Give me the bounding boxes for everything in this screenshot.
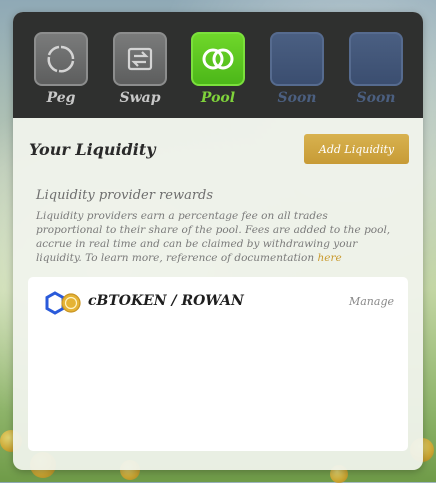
page-title: Your Liquidity [29, 140, 156, 159]
nav-label-peg: Peg [46, 90, 76, 106]
nav-item-soon-2: Soon [348, 32, 404, 106]
pool-row[interactable]: cBTOKEN / ROWAN Manage [44, 291, 394, 315]
placeholder-icon [349, 32, 403, 86]
placeholder-icon [270, 32, 324, 86]
top-nav: Peg Swap Pool Soon Soon [13, 12, 423, 118]
liquidity-card: Peg Swap Pool Soon Soon Your Liquidity A… [13, 12, 423, 470]
rowan-coin-icon [61, 293, 81, 313]
nav-item-swap[interactable]: Swap [112, 32, 168, 106]
pool-rings-icon [191, 32, 245, 86]
pool-list: cBTOKEN / ROWAN Manage [28, 277, 408, 451]
documentation-link[interactable]: here [317, 252, 341, 264]
peg-circle-icon [34, 32, 88, 86]
liquidity-header: Your Liquidity Add Liquidity [29, 134, 409, 166]
add-liquidity-button[interactable]: Add Liquidity [304, 134, 409, 164]
token-pair-icons [44, 291, 84, 315]
rewards-title: Liquidity provider rewards [36, 188, 214, 203]
nav-label-soon: Soon [277, 90, 317, 106]
chainlink-hex-icon [45, 291, 65, 315]
nav-item-soon-1: Soon [269, 32, 325, 106]
nav-item-pool[interactable]: Pool [190, 32, 246, 106]
nav-item-peg[interactable]: Peg [33, 32, 89, 106]
nav-label-swap: Swap [119, 90, 161, 106]
rewards-description: Liquidity providers earn a percentage fe… [36, 209, 396, 265]
manage-link[interactable]: Manage [349, 295, 394, 308]
swap-arrows-icon [113, 32, 167, 86]
nav-label-pool: Pool [200, 90, 236, 106]
nav-label-soon: Soon [356, 90, 396, 106]
pool-pair-name: cBTOKEN / ROWAN [88, 293, 244, 309]
